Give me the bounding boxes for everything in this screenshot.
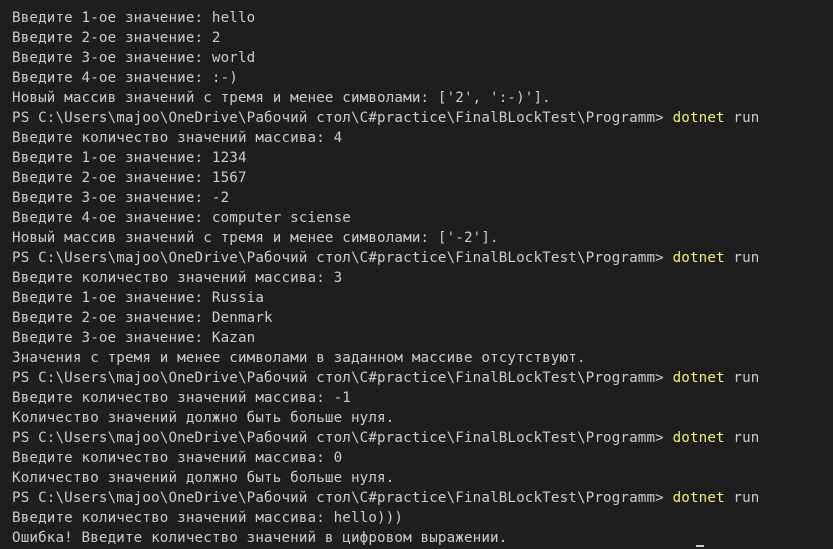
- output-line: Введите 2-ое значение: 1567: [12, 170, 247, 186]
- text-cursor: [696, 545, 704, 547]
- output-line: Введите 3-ое значение: world: [12, 50, 256, 66]
- output-line: Введите 3-ое значение: -2: [12, 190, 230, 206]
- output-line: Количество значений должно быть больше н…: [12, 470, 395, 486]
- command-args: run: [724, 110, 760, 126]
- prompt-path: PS C:\Users\majoo\OneDrive\Рабочий стол\…: [12, 250, 673, 266]
- output-line: Введите 1-ое значение: 1234: [12, 150, 247, 166]
- output-line: Новый массив значений с тремя и менее си…: [12, 230, 499, 246]
- output-line: Введите количество значений массива: -1: [12, 390, 351, 406]
- prompt-line: PS C:\Users\majoo\OneDrive\Рабочий стол\…: [12, 488, 833, 508]
- output-line: Введите 4-ое значение: computer sciense: [12, 210, 351, 226]
- output-line: Значения с тремя и менее символами в зад…: [12, 350, 586, 366]
- output-line: Введите 2-ое значение: Denmark: [12, 310, 273, 326]
- command-name: dotnet: [672, 490, 725, 506]
- command-args: run: [724, 490, 760, 506]
- prompt-line: PS C:\Users\majoo\OneDrive\Рабочий стол\…: [12, 428, 833, 448]
- output-line: Введите количество значений массива: 4: [12, 130, 343, 146]
- prompt-line: PS C:\Users\majoo\OneDrive\Рабочий стол\…: [12, 248, 833, 268]
- terminal-lines: Введите 1-ое значение: hello Введите 2-ое…: [12, 8, 833, 548]
- prompt-path: PS C:\Users\majoo\OneDrive\Рабочий стол\…: [12, 490, 673, 506]
- output-line: Новый массив значений с тремя и менее си…: [12, 90, 551, 106]
- output-line: Введите количество значений массива: hel…: [12, 510, 404, 526]
- output-line: Введите количество значений массива: 3: [12, 270, 343, 286]
- command-name: dotnet: [672, 370, 725, 386]
- output-line: Введите 4-ое значение: :-): [12, 70, 238, 86]
- command-args: run: [724, 250, 760, 266]
- prompt-path: PS C:\Users\majoo\OneDrive\Рабочий стол\…: [12, 430, 673, 446]
- prompt-path: PS C:\Users\majoo\OneDrive\Рабочий стол\…: [12, 110, 673, 126]
- output-line: Количество значений должно быть больше н…: [12, 410, 395, 426]
- terminal-output[interactable]: Введите 1-ое значение: hello Введите 2-ое…: [0, 0, 833, 549]
- output-line: Введите 2-ое значение: 2: [12, 30, 221, 46]
- command-args: run: [724, 370, 760, 386]
- output-line: Введите 1-ое значение: hello: [12, 10, 256, 26]
- output-line: Введите количество значений массива: 0: [12, 450, 343, 466]
- prompt-line: PS C:\Users\majoo\OneDrive\Рабочий стол\…: [12, 368, 833, 388]
- output-line: Ошибка! Введите количество значений в ци…: [12, 530, 508, 546]
- command-name: dotnet: [672, 110, 725, 126]
- command-args: run: [724, 430, 760, 446]
- prompt-line: PS C:\Users\majoo\OneDrive\Рабочий стол\…: [12, 108, 833, 128]
- prompt-path: PS C:\Users\majoo\OneDrive\Рабочий стол\…: [12, 370, 673, 386]
- output-line: Введите 1-ое значение: Russia: [12, 290, 265, 306]
- command-name: dotnet: [672, 250, 725, 266]
- output-line: Введите 3-ое значение: Kazan: [12, 330, 256, 346]
- command-name: dotnet: [672, 430, 725, 446]
